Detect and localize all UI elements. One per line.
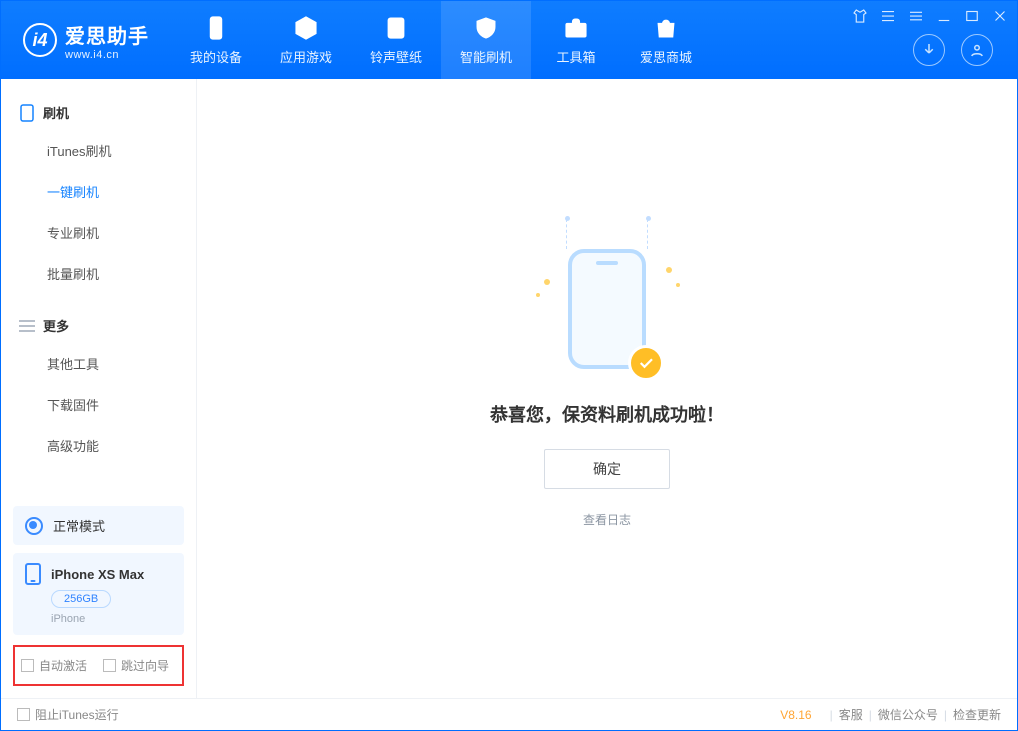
sidebar-item-itunes-flash[interactable]: iTunes刷机 [1,130,196,171]
option-auto-activate[interactable]: 自动激活 [21,657,87,674]
sidebar: 刷机 iTunes刷机 一键刷机 专业刷机 批量刷机 更多 其他工具 下载固件 … [1,79,197,698]
view-log-link[interactable]: 查看日志 [583,511,631,528]
app-window: i4 爱思助手 www.i4.cn 我的设备 应用游戏 铃声壁纸 智能刷机 [0,0,1018,731]
device-name: iPhone XS Max [51,567,144,582]
more-icon [19,318,35,334]
refresh-shield-icon [473,15,499,41]
nav-label: 铃声壁纸 [370,47,422,66]
status-dot-icon [25,517,43,535]
sidebar-item-batch-flash[interactable]: 批量刷机 [1,253,196,294]
sidebar-item-advanced[interactable]: 高级功能 [1,425,196,466]
block-itunes-option[interactable]: 阻止iTunes运行 [17,706,119,723]
shirt-icon[interactable] [851,7,869,25]
device-capacity: 256GB [51,590,111,608]
bag-icon [653,15,679,41]
header: i4 爱思助手 www.i4.cn 我的设备 应用游戏 铃声壁纸 智能刷机 [1,1,1017,79]
sidebar-item-other-tools[interactable]: 其他工具 [1,343,196,384]
sidebar-group-flash: 刷机 [1,93,196,130]
nav-label: 我的设备 [190,47,242,66]
device-card[interactable]: iPhone XS Max 256GB iPhone [13,553,184,635]
toolbox-icon [563,15,589,41]
cube-icon [293,15,319,41]
logo-text: 爱思助手 www.i4.cn [65,20,149,61]
nav-my-device[interactable]: 我的设备 [171,1,261,79]
brand-url: www.i4.cn [65,49,149,61]
version-label: V8.16 [780,708,811,722]
checkbox-icon [17,708,30,721]
download-icon[interactable] [913,34,945,66]
device-small-icon [19,105,35,121]
nav-label: 爱思商城 [640,47,692,66]
status-label: 正常模式 [53,516,105,535]
device-cards: 正常模式 iPhone XS Max 256GB iPhone [1,506,196,645]
menu-icon[interactable] [907,7,925,25]
sidebar-item-pro-flash[interactable]: 专业刷机 [1,212,196,253]
flash-options: 自动激活 跳过向导 [13,645,184,686]
device-phone-icon [25,563,41,585]
phone-icon [203,15,229,41]
footer-link-support[interactable]: 客服 [839,706,863,723]
footer-left: 阻止iTunes运行 [17,706,119,723]
footer-link-update[interactable]: 检查更新 [953,706,1001,723]
ok-button[interactable]: 确定 [544,449,670,489]
success-graphic [552,249,662,379]
nav-toolbox[interactable]: 工具箱 [531,1,621,79]
group-title-label: 更多 [43,316,69,335]
titlebar-controls [851,7,1009,25]
check-badge-icon [628,345,664,381]
close-icon[interactable] [991,7,1009,25]
nav-flash[interactable]: 智能刷机 [441,1,531,79]
nav-store[interactable]: 爱思商城 [621,1,711,79]
nav-label: 工具箱 [556,47,595,66]
device-subtype: iPhone [51,613,85,625]
minimize-icon[interactable] [935,7,953,25]
main-panel: 恭喜您，保资料刷机成功啦！ 确定 查看日志 [197,79,1017,698]
logo: i4 爱思助手 www.i4.cn [1,1,171,79]
checkbox-icon [21,659,34,672]
sidebar-item-oneclick-flash[interactable]: 一键刷机 [1,171,196,212]
nav-label: 应用游戏 [280,47,332,66]
nav-apps[interactable]: 应用游戏 [261,1,351,79]
checkbox-icon [103,659,116,672]
option-skip-guide[interactable]: 跳过向导 [103,657,169,674]
footer: 阻止iTunes运行 V8.16 | 客服 | 微信公众号 | 检查更新 [1,698,1017,730]
maximize-icon[interactable] [963,7,981,25]
success-title: 恭喜您，保资料刷机成功啦！ [490,401,724,427]
group-title-label: 刷机 [43,103,69,122]
nav-ringtones[interactable]: 铃声壁纸 [351,1,441,79]
top-nav: 我的设备 应用游戏 铃声壁纸 智能刷机 工具箱 爱思商城 [171,1,711,79]
sidebar-item-download-firmware[interactable]: 下载固件 [1,384,196,425]
brand-name: 爱思助手 [65,20,149,49]
nav-label: 智能刷机 [460,47,512,66]
status-card[interactable]: 正常模式 [13,506,184,545]
list-icon[interactable] [879,7,897,25]
body: 刷机 iTunes刷机 一键刷机 专业刷机 批量刷机 更多 其他工具 下载固件 … [1,79,1017,698]
footer-right: V8.16 | 客服 | 微信公众号 | 检查更新 [780,706,1001,723]
sidebar-group-more: 更多 [1,306,196,343]
user-icon[interactable] [961,34,993,66]
footer-link-wechat[interactable]: 微信公众号 [878,706,938,723]
logo-badge: i4 [23,23,57,57]
music-file-icon [383,15,409,41]
